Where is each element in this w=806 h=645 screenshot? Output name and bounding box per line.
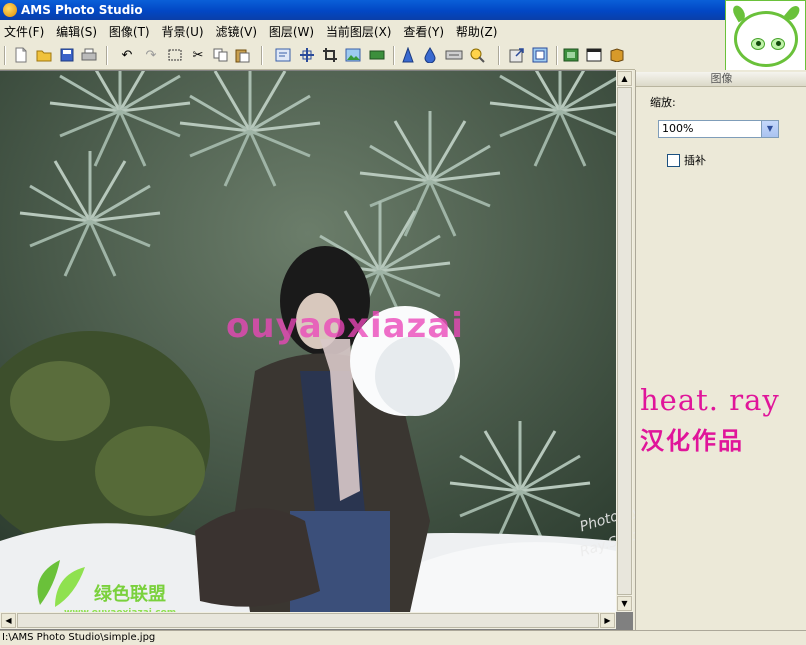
cut-icon[interactable]: ✂ — [189, 46, 207, 64]
scroll-left-icon[interactable]: ◀ — [1, 613, 16, 628]
undo-icon[interactable]: ↶ — [118, 46, 136, 64]
scroll-right-icon[interactable]: ▶ — [600, 613, 615, 628]
menu-view[interactable]: 查看(Y) — [399, 20, 448, 40]
toolbar: ↶ ↷ ✂ — [0, 41, 635, 70]
toolbar-separator — [498, 46, 500, 65]
menu-help[interactable]: 帮助(Z) — [452, 20, 502, 40]
chevron-down-icon[interactable]: ▼ — [761, 121, 778, 137]
interpolation-checkbox[interactable] — [667, 153, 680, 167]
panel-header: 图像 — [636, 72, 806, 87]
leaf-logo-icon — [30, 555, 90, 610]
book-icon[interactable] — [608, 46, 626, 64]
copy-icon[interactable] — [211, 46, 229, 64]
logo-title: 绿色联盟 — [94, 584, 166, 605]
toolbar-separator — [393, 46, 395, 65]
sheep-eye — [751, 38, 765, 50]
menu-background[interactable]: 背景(U) — [157, 20, 207, 40]
promo-text-en: heat. ray — [640, 383, 780, 417]
watermark-text: ouyaoxiazai — [226, 306, 464, 346]
save-icon[interactable] — [58, 46, 76, 64]
promo-text-cn: 汉化作品 — [640, 427, 744, 455]
window-title: AMS Photo Studio — [21, 3, 143, 17]
vertical-scroll-thumb[interactable] — [617, 87, 632, 595]
scroll-down-icon[interactable]: ▼ — [617, 596, 632, 611]
open-folder-icon[interactable] — [35, 46, 53, 64]
scroll-up-icon[interactable]: ▲ — [617, 71, 632, 86]
vertical-scrollbar[interactable]: ▲ ▼ — [616, 70, 633, 612]
crop-icon[interactable] — [321, 46, 339, 64]
new-file-icon[interactable] — [12, 46, 30, 64]
status-file-path: I:\AMS Photo Studio\simple.jpg — [2, 632, 156, 643]
print-icon[interactable] — [80, 46, 98, 64]
horizontal-scroll-thumb[interactable] — [17, 613, 599, 628]
menu-bar: 文件(F) 编辑(S) 图像(T) 背景(U) 滤镜(V) 图层(W) 当前图层… — [0, 20, 725, 41]
move-icon[interactable] — [298, 46, 316, 64]
zoom-select[interactable]: 100% ▼ — [658, 120, 779, 138]
gallery-icon[interactable] — [562, 46, 580, 64]
toolbar-separator — [556, 46, 558, 65]
interpolation-option[interactable]: 插补 — [667, 152, 706, 168]
zoom-label: 缩放: — [650, 96, 676, 109]
export-icon[interactable] — [508, 46, 526, 64]
effect-icon[interactable] — [468, 46, 486, 64]
window-icon[interactable] — [585, 46, 603, 64]
resize-icon[interactable] — [445, 46, 463, 64]
redo-icon[interactable]: ↷ — [142, 46, 160, 64]
toolbar-separator — [106, 46, 108, 65]
title-bar: AMS Photo Studio — [0, 0, 725, 20]
image-panel: 图像 缩放: 100% ▼ 插补 — [635, 70, 806, 630]
menu-image[interactable]: 图像(T) — [105, 20, 154, 40]
sharpen-icon[interactable] — [399, 46, 417, 64]
blur-icon[interactable] — [421, 46, 439, 64]
screenshot-icon[interactable] — [531, 46, 549, 64]
interpolation-label: 插补 — [684, 154, 706, 167]
select-rect-icon[interactable] — [166, 46, 184, 64]
menu-file[interactable]: 文件(F) — [0, 20, 48, 40]
adjust-icon[interactable] — [368, 46, 386, 64]
zoom-value: 100% — [662, 122, 694, 135]
app-icon[interactable] — [3, 3, 17, 17]
text-tool-icon[interactable] — [274, 46, 292, 64]
paste-icon[interactable] — [233, 46, 251, 64]
menu-edit[interactable]: 编辑(S) — [52, 20, 101, 40]
sheep-eye — [771, 38, 785, 50]
menu-layer[interactable]: 图层(W) — [265, 20, 318, 40]
horizontal-scrollbar[interactable]: ◀ ▶ — [0, 612, 616, 629]
sheep-icon — [734, 11, 798, 67]
menu-filter[interactable]: 滤镜(V) — [211, 20, 261, 40]
menu-current-layer[interactable]: 当前图层(X) — [322, 20, 396, 40]
toolbar-separator — [261, 46, 263, 65]
image-icon[interactable] — [344, 46, 362, 64]
brand-logo — [725, 0, 806, 80]
status-bar: I:\AMS Photo Studio\simple.jpg — [0, 630, 806, 645]
toolbar-grip — [4, 46, 6, 65]
